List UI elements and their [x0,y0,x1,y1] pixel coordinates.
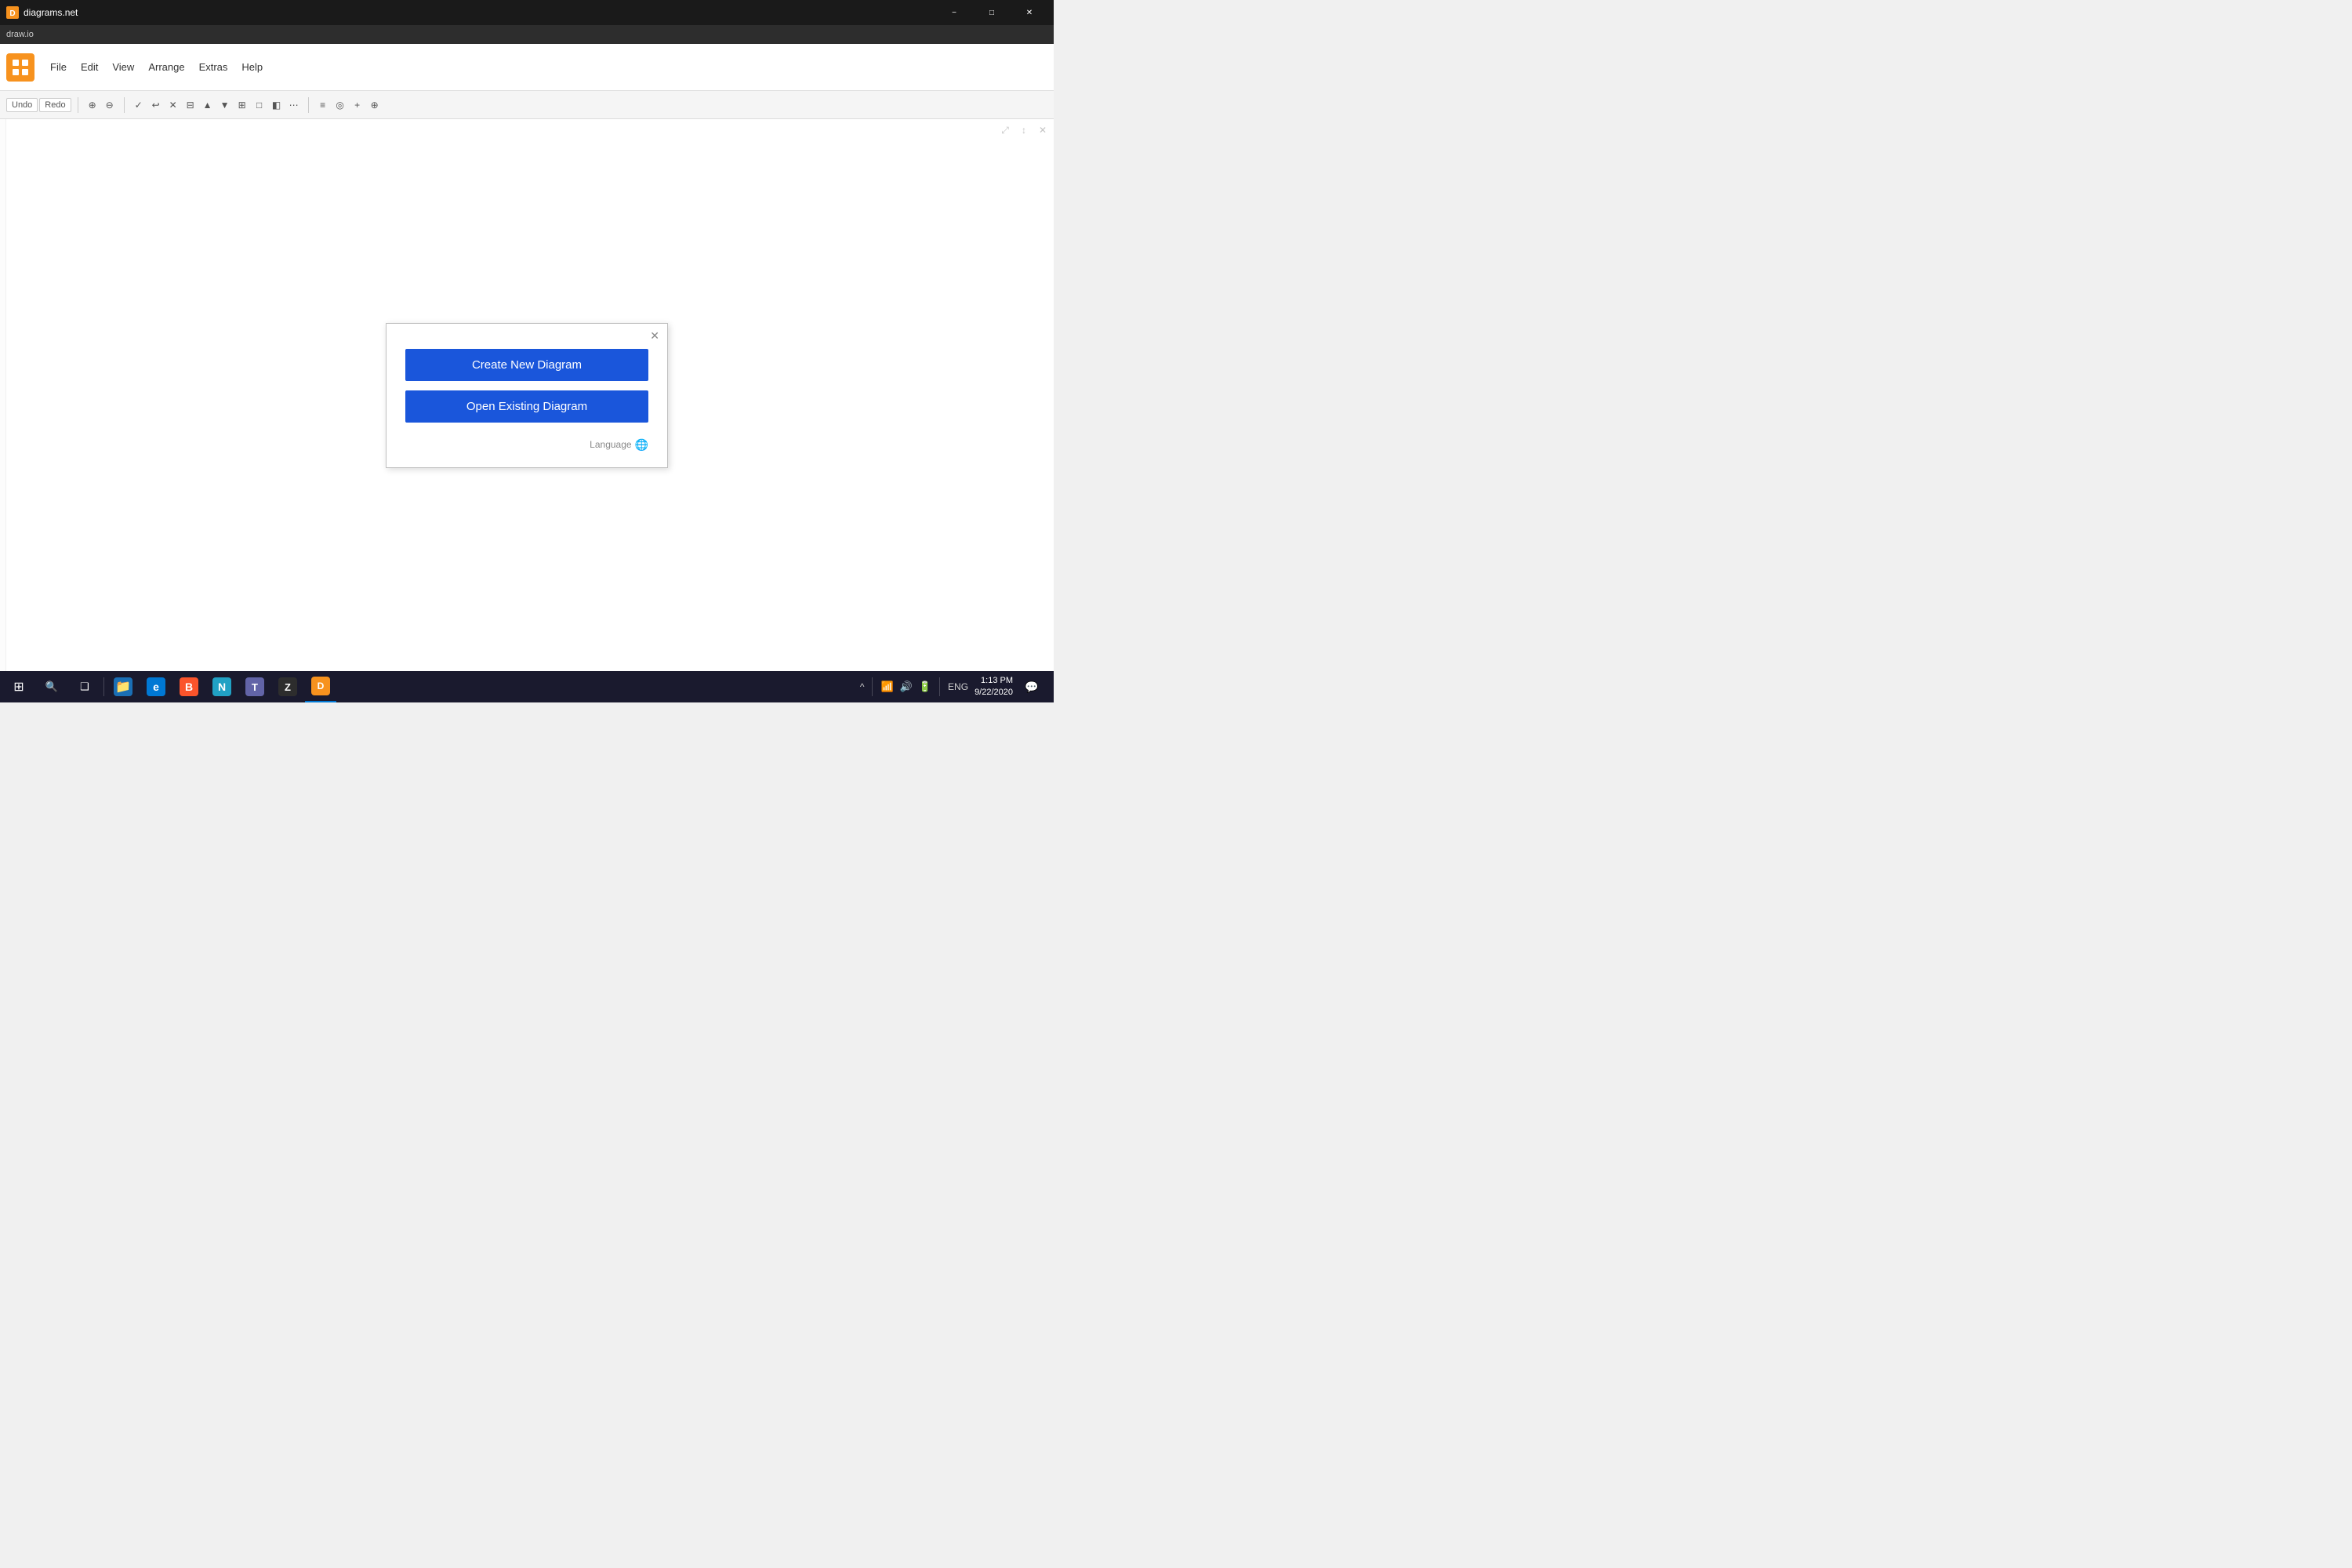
clock-time: 1:13 PM [975,675,1013,687]
toolbar-undo-redo: Undo Redo [6,98,71,112]
menu-items: File Edit View Arrange Extras Help [44,58,269,76]
task-view-button[interactable]: ❑ [69,671,100,702]
title-bar: D diagrams.net − □ ✕ [0,0,1054,25]
toolbar-misc: ✓ ↩ ✕ ⊟ ▲ ▼ ⊞ □ ◧ ⋯ [131,97,302,113]
network-app-icon: N [212,677,231,696]
menu-bar: File Edit View Arrange Extras Help [0,44,1054,91]
address-bar: draw.io [0,25,1054,44]
taskbar-app-brave[interactable]: B [173,671,205,702]
dialog-content: Create New Diagram Open Existing Diagram [405,349,648,423]
page-icon[interactable]: ⊕ [367,97,383,113]
move-up-icon[interactable]: ▲ [200,97,216,113]
toolbar-sep-2 [124,97,125,113]
clock-area[interactable]: 1:13 PM 9/22/2020 [975,675,1013,699]
align-icon[interactable]: ⊟ [183,97,198,113]
canvas-area: ⤢ ↕ ✕ ✕ Create New Diagram Open Existing… [0,119,1054,671]
toolbar-zoom: ⊕ ⊖ [85,97,118,113]
shape-icon[interactable]: ◎ [332,97,348,113]
taskbar-right: ^ 📶 🔊 🔋 ENG 1:13 PM 9/22/2020 💬 [860,671,1051,702]
zoom-out-icon[interactable]: ⊖ [102,97,118,113]
search-icon: 🔍 [45,681,58,693]
arrow-icon[interactable]: ↩ [148,97,164,113]
checkmark-icon[interactable]: ✓ [131,97,147,113]
menu-view[interactable]: View [106,58,140,76]
create-new-diagram-button[interactable]: Create New Diagram [405,349,648,381]
taskbar-app-edge[interactable]: e [140,671,172,702]
modal-overlay: ✕ Create New Diagram Open Existing Diagr… [0,119,1054,671]
notification-icon: 💬 [1025,681,1038,694]
undo-button[interactable]: Undo [6,98,38,112]
tray-volume-icon[interactable]: 🔊 [900,681,913,693]
language-label: Language [590,439,631,450]
taskbar-app-teams[interactable]: T [239,671,270,702]
start-icon: ⊞ [13,679,24,695]
delete-icon[interactable]: ✕ [165,97,181,113]
app-icon-area [6,53,34,82]
taskbar-app-explorer[interactable]: 📁 [107,671,139,702]
app-title: diagrams.net [24,7,78,18]
taskbar-sep-3 [939,677,940,696]
address-text: draw.io [6,30,34,39]
diagrams-logo-icon [6,53,34,82]
search-button[interactable]: 🔍 [36,671,67,702]
move-down-icon[interactable]: ▼ [217,97,233,113]
menu-help[interactable]: Help [235,58,269,76]
menu-file[interactable]: File [44,58,73,76]
toolbar-extra: ≡ ◎ + ⊕ [315,97,383,113]
maximize-button[interactable]: □ [974,0,1010,25]
toolbar-sep-3 [308,97,309,113]
distribute-icon[interactable]: ⊞ [234,97,250,113]
diagrams-taskbar-icon: D [311,677,330,695]
app-area: File Edit View Arrange Extras Help Undo … [0,44,1054,671]
edge-icon: e [147,677,165,696]
border-icon[interactable]: □ [252,97,267,113]
teams-icon: T [245,677,264,696]
dialog: ✕ Create New Diagram Open Existing Diagr… [386,323,668,468]
taskbar-sep-1 [103,677,104,696]
title-bar-left: D diagrams.net [6,6,78,19]
open-existing-diagram-button[interactable]: Open Existing Diagram [405,390,648,423]
svg-text:D: D [9,9,15,18]
tray-network-icon[interactable]: 📶 [880,681,893,693]
taskbar-app-terminal[interactable]: Z [272,671,303,702]
format-icon[interactable]: ≡ [315,97,331,113]
start-button[interactable]: ⊞ [3,671,34,702]
redo-button[interactable]: Redo [39,98,71,112]
taskbar: ⊞ 🔍 ❑ 📁 e B N [0,671,1054,702]
dialog-footer: Language 🌐 [405,438,648,452]
tray-battery-icon[interactable]: 🔋 [919,681,931,693]
dialog-close-button[interactable]: ✕ [650,330,659,341]
tray-chevron-icon[interactable]: ^ [860,681,865,692]
minimize-button[interactable]: − [936,0,972,25]
more-icon[interactable]: ⋯ [286,97,302,113]
tray-language-label[interactable]: ENG [948,681,968,692]
notification-button[interactable]: 💬 [1019,671,1044,702]
taskbar-sep-2 [872,677,873,696]
menu-arrange[interactable]: Arrange [142,58,191,76]
brave-icon: B [180,677,198,696]
close-button[interactable]: ✕ [1011,0,1047,25]
taskbar-left: ⊞ 🔍 ❑ 📁 e B N [3,671,336,702]
menu-extras[interactable]: Extras [193,58,234,76]
clock-date: 9/22/2020 [975,687,1013,699]
taskbar-app-diagrams[interactable]: D [305,671,336,702]
task-view-icon: ❑ [80,681,89,693]
app-logo-icon: D [6,6,19,19]
toolbar: Undo Redo ⊕ ⊖ ✓ ↩ ✕ ⊟ ▲ ▼ ⊞ □ ◧ ⋯ ≡ ◎ + … [0,91,1054,119]
terminal-icon: Z [278,677,297,696]
zoom-in-icon[interactable]: ⊕ [85,97,100,113]
taskbar-app-network[interactable]: N [206,671,238,702]
insert-icon[interactable]: + [350,97,365,113]
fill-icon[interactable]: ◧ [269,97,285,113]
window-controls: − □ ✕ [936,0,1047,25]
menu-edit[interactable]: Edit [74,58,104,76]
explorer-icon: 📁 [114,677,132,696]
globe-icon[interactable]: 🌐 [635,438,648,452]
